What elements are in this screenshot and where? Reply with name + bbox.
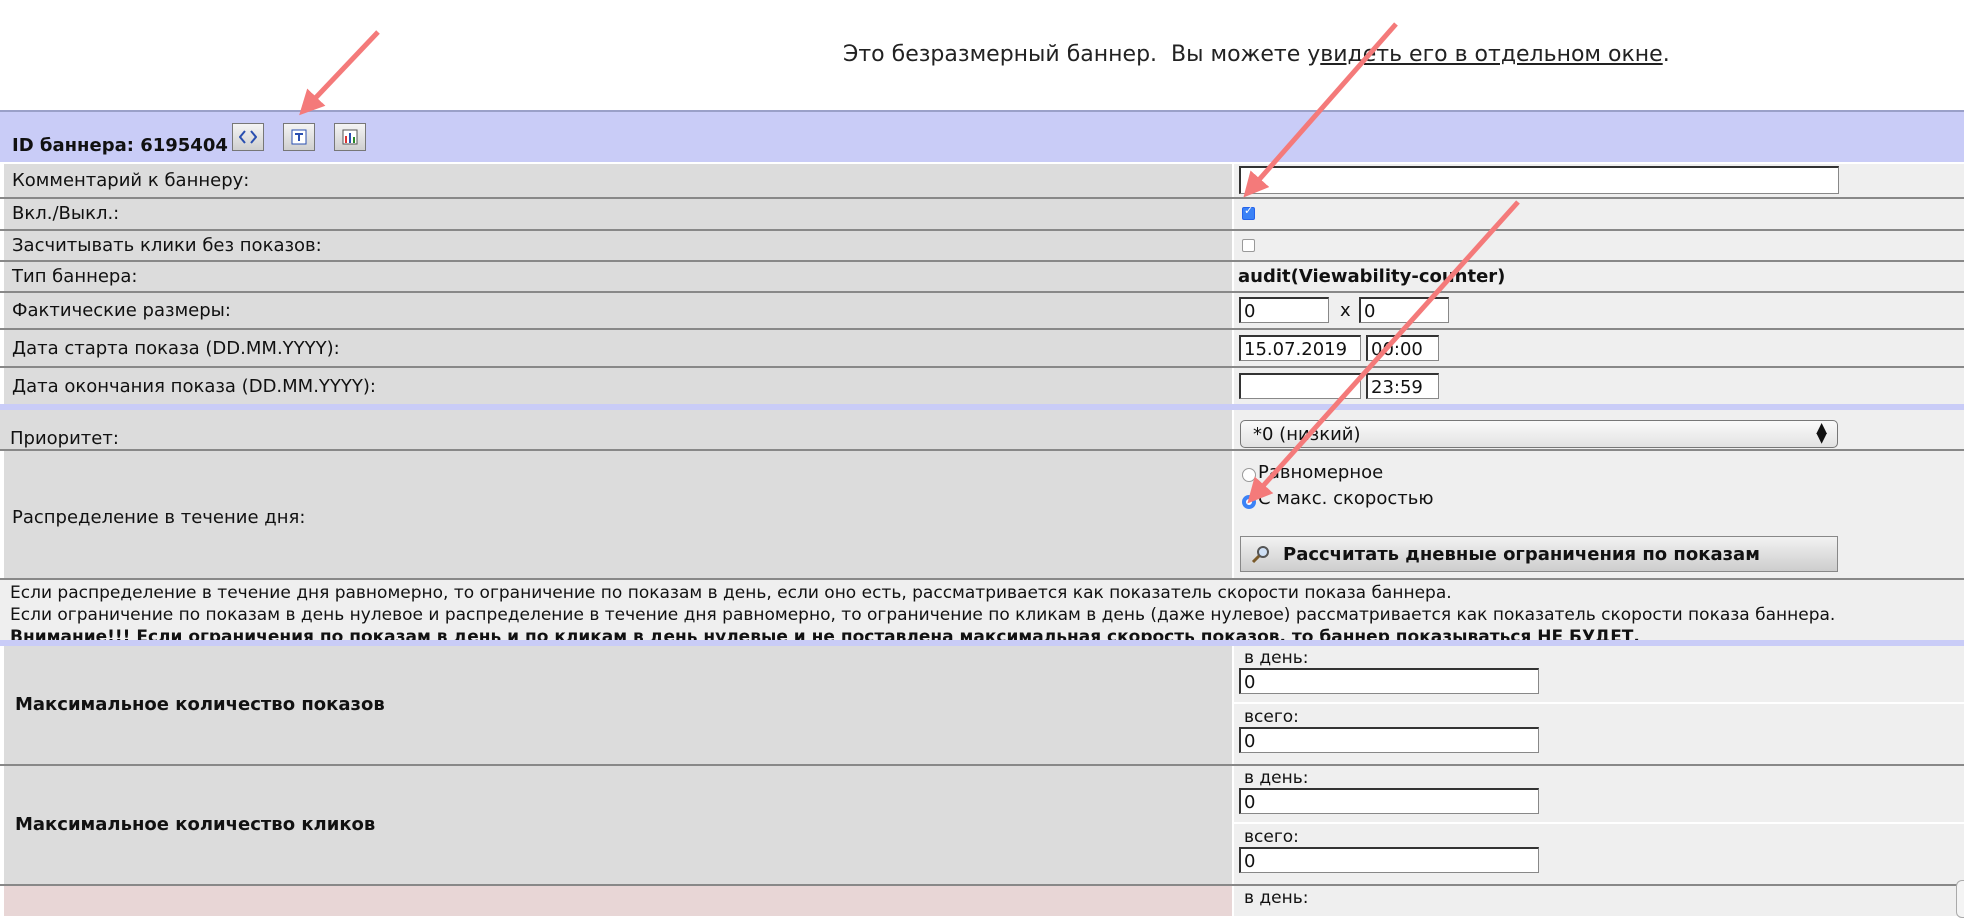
arrow-to-comment-input (1243, 22, 1398, 198)
arrow-to-max-speed-radio (1247, 200, 1520, 504)
arrow-to-text-icon (299, 30, 380, 116)
annotation-arrows (299, 22, 1520, 504)
